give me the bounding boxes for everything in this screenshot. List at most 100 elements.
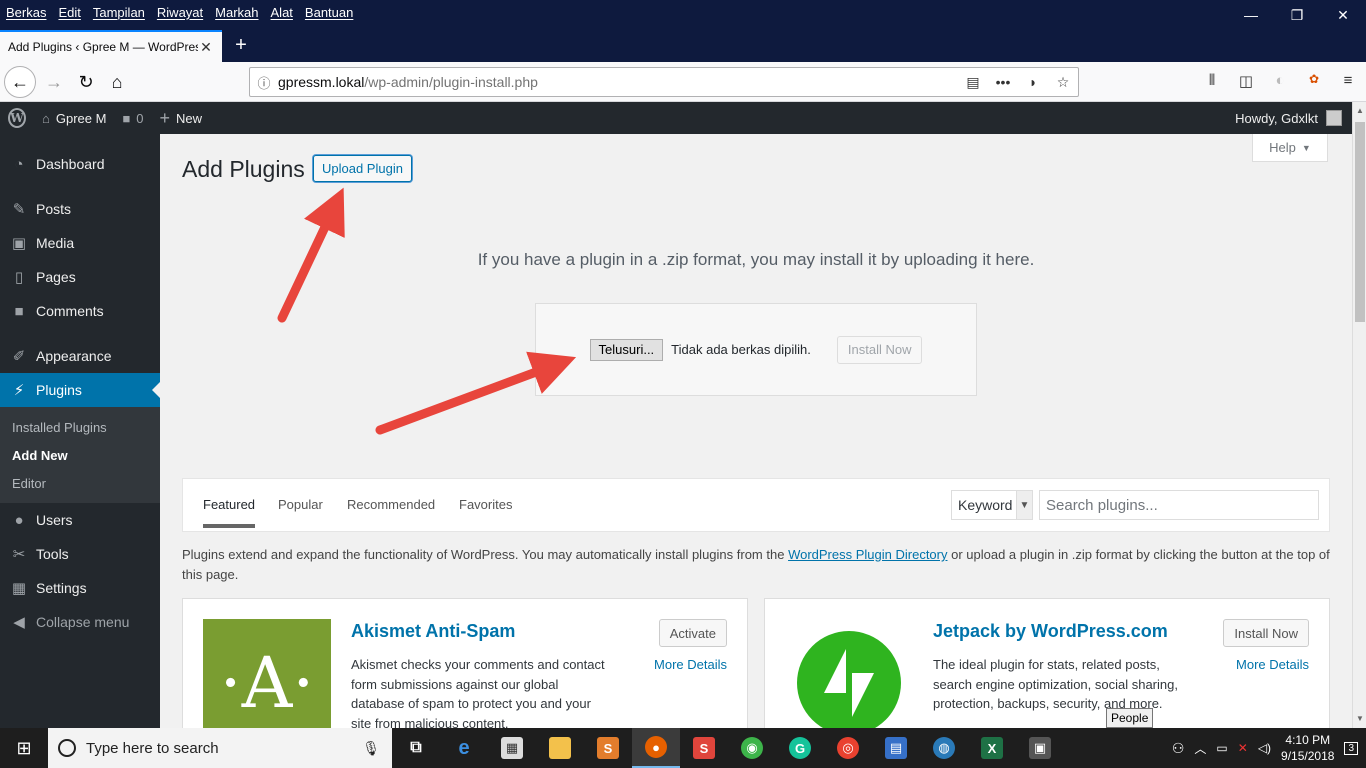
sidebar-item-label: Posts xyxy=(36,201,72,217)
forward-icon[interactable]: → xyxy=(40,68,68,96)
extension-icon[interactable]: ◐ xyxy=(1270,72,1290,90)
sidebar-item-pages[interactable]: ▯ Pages xyxy=(0,260,160,294)
my-account-menu[interactable]: Howdy, Gdxlkt xyxy=(1235,110,1352,126)
url-text[interactable]: gpressm.lokal/wp-admin/plugin-install.ph… xyxy=(278,74,958,90)
sidebar-item-users[interactable]: ● Users xyxy=(0,503,160,537)
network-app-icon[interactable]: ▤ xyxy=(872,728,920,768)
blue-app-icon[interactable]: ◍ xyxy=(920,728,968,768)
notification-center-icon[interactable]: 3 xyxy=(1344,741,1358,755)
more-details-link[interactable]: More Details xyxy=(654,657,727,672)
site-name-menu[interactable]: ⌂ Gpree M xyxy=(34,102,114,134)
sidebar-item-label: Appearance xyxy=(36,348,112,364)
file-explorer-icon[interactable] xyxy=(536,728,584,768)
sliders-icon: ▦ xyxy=(11,580,27,597)
upload-plugin-button[interactable]: Upload Plugin xyxy=(313,155,412,182)
store-icon[interactable]: ▦ xyxy=(488,728,536,768)
hamburger-menu-icon[interactable]: ≡ xyxy=(1338,72,1358,90)
sidebar-collapse-menu[interactable]: ◀ Collapse menu xyxy=(0,605,160,639)
wrench-icon: ✂ xyxy=(12,546,26,563)
grammarly-icon[interactable]: G xyxy=(776,728,824,768)
firefox-icon[interactable]: ● xyxy=(632,728,680,768)
plugin-name[interactable]: Akismet Anti-Spam xyxy=(351,621,515,642)
people-icon[interactable]: ⚇ xyxy=(1172,740,1185,757)
taskbar-clock[interactable]: 4:10 PM 9/15/2018 xyxy=(1281,732,1334,764)
menu-alat[interactable]: Alat xyxy=(265,5,299,20)
menu-markah[interactable]: Markah xyxy=(209,5,264,20)
microphone-icon[interactable]: 🎙 xyxy=(362,740,380,757)
sidebar-item-appearance[interactable]: ✐ Appearance xyxy=(0,339,160,373)
back-icon[interactable]: ← xyxy=(4,66,36,98)
plugins-submenu: Installed Plugins Add New Editor xyxy=(0,407,160,503)
plugin-directory-link[interactable]: WordPress Plugin Directory xyxy=(788,547,947,562)
sidebar-item-media[interactable]: ▣ Media xyxy=(0,226,160,260)
install-now-button[interactable]: Install Now xyxy=(1223,619,1309,647)
comments-menu[interactable]: ■ 0 xyxy=(114,102,151,134)
show-hidden-icons-icon[interactable]: ︿ xyxy=(1194,740,1206,757)
browse-file-button[interactable]: Telusuri... xyxy=(589,338,664,361)
activate-button[interactable]: Activate xyxy=(658,619,727,647)
scroll-down-icon[interactable]: ▼ xyxy=(1353,712,1366,726)
chrome-icon[interactable]: ◎ xyxy=(824,728,872,768)
page-scrollbar[interactable]: ▲ ▼ xyxy=(1352,102,1366,728)
url-bar[interactable]: ⓘ gpressm.lokal/wp-admin/plugin-install.… xyxy=(249,67,1079,97)
green-app-icon[interactable]: ◉ xyxy=(728,728,776,768)
scroll-up-icon[interactable]: ▲ xyxy=(1353,104,1366,118)
jetpack-bolt-icon xyxy=(797,631,901,728)
submenu-installed-plugins[interactable]: Installed Plugins xyxy=(0,413,160,441)
excel-icon[interactable]: X xyxy=(968,728,1016,768)
akismet-logo-icon[interactable]: ·A· xyxy=(203,619,331,728)
tab-featured[interactable]: Featured xyxy=(203,497,256,528)
help-label: Help xyxy=(1269,140,1296,155)
submenu-add-new[interactable]: Add New xyxy=(0,441,160,469)
battery-icon[interactable]: ▭ xyxy=(1216,741,1227,755)
menu-riwayat[interactable]: Riwayat xyxy=(151,5,209,20)
tab-favorites[interactable]: Favorites xyxy=(459,497,512,512)
windows-taskbar: ⊞ Type here to search 🎙 ⧉ e ▦ S ● S ◉ G … xyxy=(0,728,1366,768)
reload-icon[interactable]: ↻ xyxy=(72,68,100,96)
site-info-icon[interactable]: ⓘ xyxy=(250,73,278,92)
windows-start-icon[interactable]: ⊞ xyxy=(0,728,48,768)
extension-badge-icon[interactable]: ✿ xyxy=(1304,72,1324,90)
new-tab-icon[interactable]: + xyxy=(230,34,252,56)
menu-berkas[interactable]: Berkas xyxy=(0,5,52,20)
menu-bantuan[interactable]: Bantuan xyxy=(299,5,359,20)
taskbar-search[interactable]: Type here to search 🎙 xyxy=(48,728,392,768)
tab-popular[interactable]: Popular xyxy=(278,497,323,512)
more-details-link[interactable]: More Details xyxy=(1236,657,1309,672)
new-content-menu[interactable]: + New xyxy=(152,102,211,134)
sidebar-toggle-icon[interactable]: ◫ xyxy=(1236,72,1256,90)
pocket-icon[interactable]: ◗ xyxy=(1018,74,1048,90)
volume-icon[interactable]: ◁) xyxy=(1258,741,1271,755)
sidebar-item-dashboard[interactable]: ◔ Dashboard xyxy=(0,147,160,181)
search-type-select[interactable]: Keyword ▼ xyxy=(951,490,1033,520)
library-icon[interactable]: ⫴ xyxy=(1202,72,1222,90)
home-icon[interactable]: ⌂ xyxy=(103,68,131,96)
sidebar-item-tools[interactable]: ✂ Tools xyxy=(0,537,160,571)
scrollbar-thumb[interactable] xyxy=(1355,122,1365,322)
sidebar-item-comments[interactable]: ■ Comments xyxy=(0,294,160,328)
jetpack-logo-icon[interactable] xyxy=(785,619,913,728)
sidebar-item-plugins[interactable]: ⚡ Plugins xyxy=(0,373,160,407)
tab-recommended[interactable]: Recommended xyxy=(347,497,435,512)
edge-icon[interactable]: e xyxy=(440,728,488,768)
plugin-name[interactable]: Jetpack by WordPress.com xyxy=(933,621,1168,642)
sidebar-item-posts[interactable]: ✎ Posts xyxy=(0,192,160,226)
page-actions-icon[interactable]: ••• xyxy=(988,74,1018,90)
security-app-icon[interactable]: ▣ xyxy=(1016,728,1064,768)
bookmark-star-icon[interactable]: ☆ xyxy=(1048,74,1078,91)
help-tab-button[interactable]: Help ▼ xyxy=(1252,134,1328,162)
task-view-icon[interactable]: ⧉ xyxy=(392,728,440,768)
install-now-button-disabled[interactable]: Install Now xyxy=(836,335,923,364)
tab-close-icon[interactable]: ✕ xyxy=(198,39,214,56)
submenu-editor[interactable]: Editor xyxy=(0,469,160,497)
sidebar-item-settings[interactable]: ▦ Settings xyxy=(0,571,160,605)
network-icon[interactable]: ✕ xyxy=(1238,741,1248,755)
wps-writer-icon[interactable]: S xyxy=(680,728,728,768)
wp-logo-menu[interactable]: W xyxy=(0,102,34,134)
browser-tab-active[interactable]: Add Plugins ‹ Gpree M — WordPres ✕ xyxy=(0,30,222,62)
sublime-text-icon[interactable]: S xyxy=(584,728,632,768)
menu-tampilan[interactable]: Tampilan xyxy=(87,5,151,20)
reader-view-icon[interactable]: ▤ xyxy=(958,74,988,91)
search-plugins-input[interactable]: Search plugins... xyxy=(1039,490,1319,520)
menu-edit[interactable]: Edit xyxy=(52,5,86,20)
